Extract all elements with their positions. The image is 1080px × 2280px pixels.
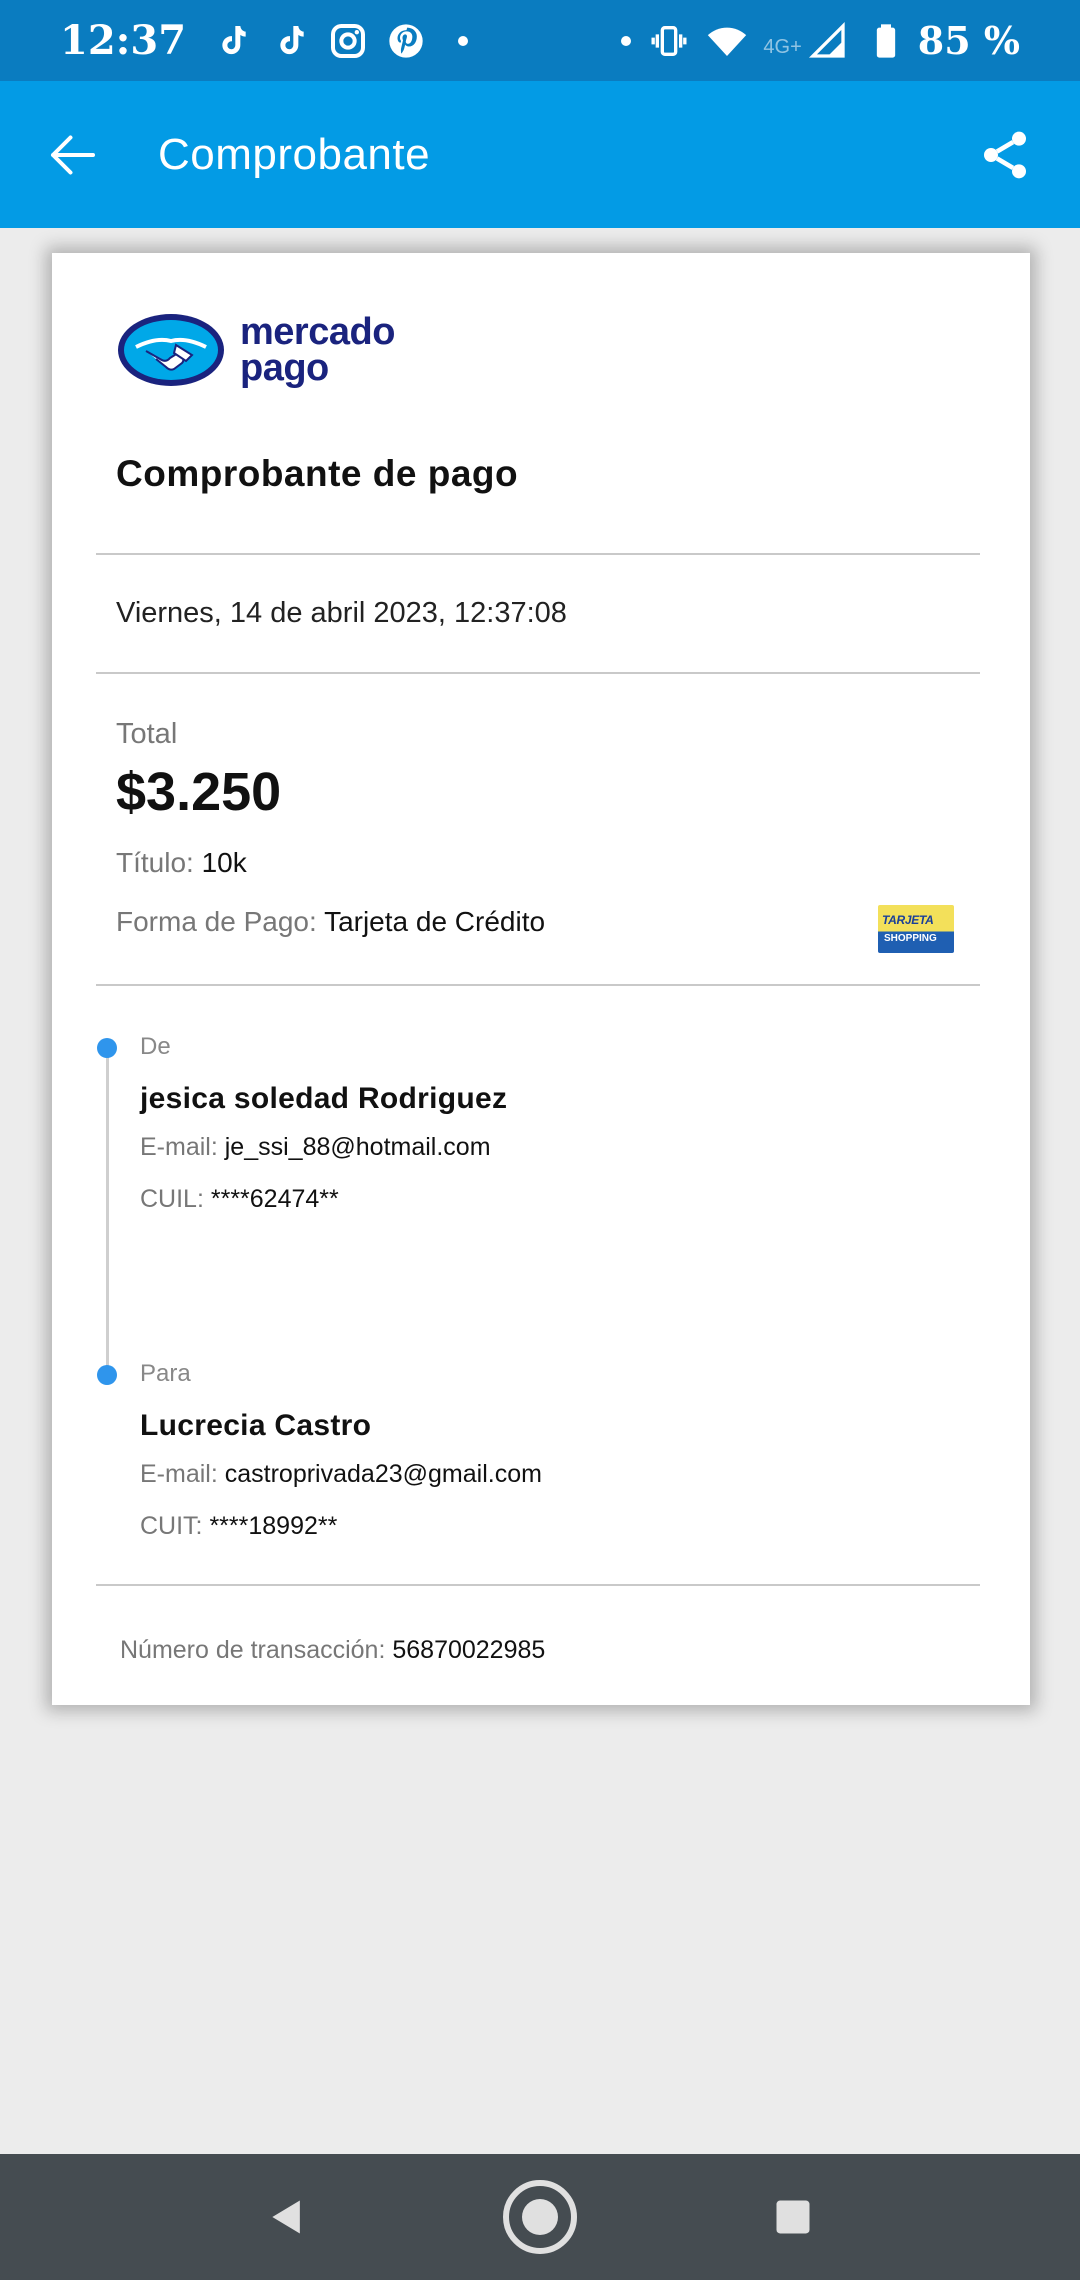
to-email-label: E-mail: (140, 1460, 218, 1488)
titulo-value: 10k (201, 847, 247, 878)
payment-method-value: Tarjeta de Crédito (324, 906, 546, 937)
share-button[interactable] (960, 110, 1050, 200)
total-label: Total (116, 718, 178, 750)
from-email: E-mail: je_ssi_88@hotmail.com (140, 1133, 491, 1162)
notification-dot-icon (621, 35, 632, 46)
battery-icon (864, 19, 908, 63)
back-triangle-icon (271, 2200, 300, 2234)
payment-date: Viernes, 14 de abril 2023, 12:37:08 (116, 597, 567, 629)
card-brand-logo: TARJETA SHOPPING (878, 905, 954, 953)
transaction-label: Número de transacción: (120, 1636, 386, 1664)
notification-dot-icon (458, 35, 469, 46)
back-button[interactable] (28, 110, 118, 200)
signal-icon (806, 19, 850, 63)
titulo-row: Título: 10k (116, 847, 247, 879)
titulo-label: Título: (116, 847, 194, 878)
divider (96, 672, 980, 674)
mercado-pago-logo: mercado pago (116, 311, 395, 389)
status-time: 12:37 (60, 17, 187, 64)
handshake-logo-icon (118, 314, 224, 386)
tiktok-icon (210, 19, 254, 63)
total-amount: $3.250 (116, 762, 282, 822)
from-cuil-value: ****62474** (210, 1185, 339, 1213)
to-cuit-label: CUIT: (140, 1512, 203, 1540)
to-label: Para (140, 1360, 191, 1387)
app-bar: Comprobante (0, 81, 1080, 228)
timeline-line (106, 1048, 109, 1373)
to-cuit: CUIT: ****18992** (140, 1512, 337, 1541)
battery-percent: 85 % (917, 18, 1020, 63)
from-label: De (140, 1033, 171, 1060)
system-navigation-bar (0, 2154, 1080, 2280)
to-email-value: castroprivada23@gmail.com (224, 1460, 542, 1488)
status-bar: 12:37 4G+ 85 % (0, 0, 1080, 81)
logo-text-line1: mercado (240, 311, 395, 353)
divider (96, 1584, 980, 1586)
transaction-row: Número de transacción: 56870022985 (120, 1636, 545, 1665)
logo-text: mercado pago (240, 311, 395, 389)
to-email: E-mail: castroprivada23@gmail.com (140, 1460, 542, 1489)
timeline-dot-from (97, 1038, 117, 1058)
receipt-card: mercado pago Comprobante de pago Viernes… (52, 253, 1030, 1705)
payment-method-label: Forma de Pago: (116, 906, 317, 937)
timeline-dot-to (97, 1365, 117, 1385)
from-email-value: je_ssi_88@hotmail.com (224, 1133, 491, 1161)
wifi-icon (705, 19, 749, 63)
to-cuit-value: ****18992** (209, 1512, 338, 1540)
from-email-label: E-mail: (140, 1133, 218, 1161)
pinterest-icon (384, 19, 428, 63)
page-title: Comprobante (158, 129, 431, 179)
nav-recents-button[interactable] (748, 2172, 838, 2262)
divider (96, 553, 980, 555)
card-brand-line2: SHOPPING (884, 933, 937, 944)
recents-square-icon (776, 2200, 810, 2234)
card-brand-line1: TARJETA (882, 913, 934, 927)
from-name: jesica soledad Rodriguez (140, 1082, 508, 1115)
from-cuil: CUIL: ****62474** (140, 1185, 339, 1214)
receipt-title: Comprobante de pago (116, 453, 519, 494)
divider (96, 984, 980, 986)
vibrate-icon (647, 19, 691, 63)
share-icon (984, 131, 1026, 178)
nav-home-button[interactable] (495, 2172, 585, 2262)
transaction-number: 56870022985 (392, 1636, 546, 1664)
tiktok-icon (268, 19, 312, 63)
payment-method-row: Forma de Pago: Tarjeta de Crédito (116, 906, 545, 938)
nav-back-button[interactable] (242, 2172, 332, 2262)
to-name: Lucrecia Castro (140, 1409, 372, 1442)
instagram-icon (326, 19, 370, 63)
network-type: 4G+ (763, 36, 802, 58)
logo-text-line2: pago (240, 347, 329, 389)
arrow-left-icon (51, 135, 95, 174)
from-cuil-label: CUIL: (140, 1185, 204, 1213)
home-circle-icon (502, 2180, 577, 2254)
